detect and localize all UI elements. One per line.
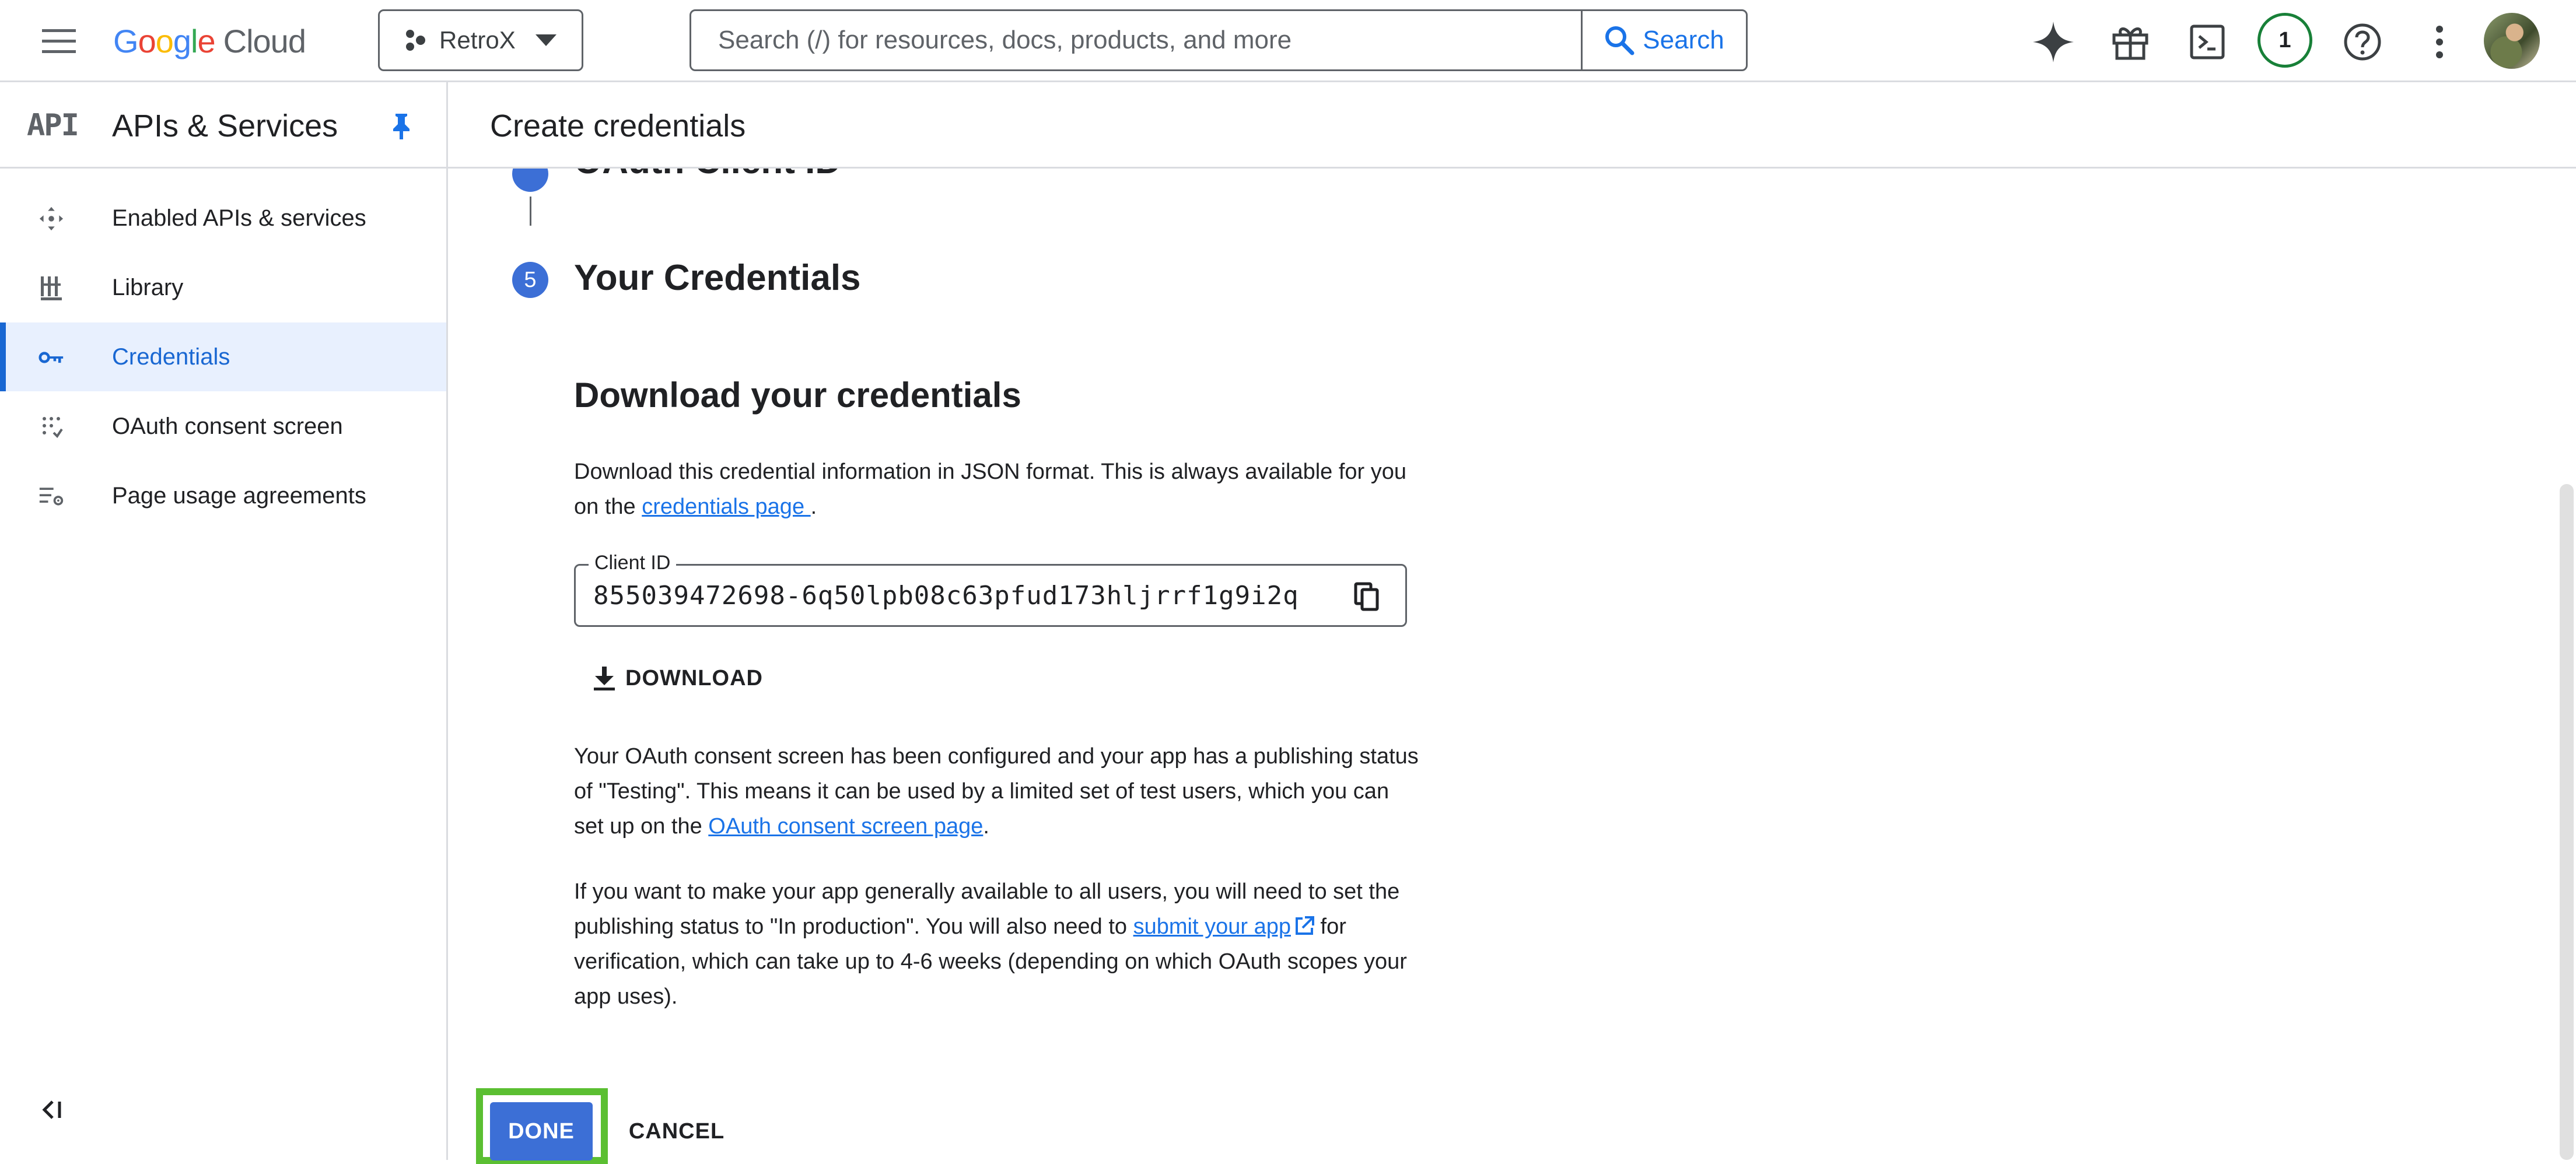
external-link-icon — [1295, 916, 1314, 935]
oauth-consent-page-link[interactable]: OAuth consent screen page — [708, 814, 983, 839]
library-icon — [38, 275, 64, 301]
cloud-shell-button[interactable] — [2182, 16, 2233, 68]
collapse-left-icon — [42, 1100, 61, 1119]
sidebar-header: API APIs & Services — [0, 82, 446, 169]
logo-letter: e — [197, 22, 215, 59]
sidebar-item-credentials[interactable]: Credentials — [0, 322, 446, 391]
done-button-label: DONE — [508, 1119, 575, 1144]
client-id-value[interactable]: 855039472698-6q50lpb08c63pfud173hljrrf1g… — [593, 581, 1299, 611]
sidebar-item-library[interactable]: Library — [0, 253, 446, 322]
logo-letter: l — [191, 22, 198, 59]
terminal-icon — [2190, 24, 2225, 59]
sidebar-item-label: OAuth consent screen — [112, 413, 343, 439]
help-button[interactable] — [2337, 16, 2388, 68]
hamburger-menu-icon — [42, 29, 76, 53]
client-id-field[interactable]: Client ID 855039472698-6q50lpb08c63pfud1… — [574, 552, 1407, 627]
pin-icon — [393, 114, 410, 139]
search-button-label: Search — [1643, 26, 1724, 54]
step-number-badge: 5 — [512, 262, 548, 298]
project-picker[interactable]: RetroX — [378, 9, 583, 71]
sidebar-item-label: Library — [112, 274, 184, 300]
consent-description-text: Your OAuth consent screen has been confi… — [574, 744, 1419, 839]
sidebar: API APIs & Services Enabled APIs & servi… — [0, 82, 448, 1160]
pin-button[interactable] — [390, 113, 413, 141]
google-cloud-logo[interactable]: Google Cloud — [113, 17, 306, 64]
key-icon — [38, 345, 64, 370]
download-icon — [594, 667, 615, 690]
notifications-button[interactable]: 1 — [2258, 13, 2312, 68]
sparkle-icon — [2033, 22, 2074, 62]
step-connector — [530, 197, 531, 226]
sidebar-item-label: Page usage agreements — [112, 482, 366, 509]
logo-letter: o — [138, 22, 156, 59]
consent-description: Your OAuth consent screen has been confi… — [574, 739, 1420, 844]
chevron-down-icon — [535, 34, 556, 46]
sidebar-item-label: Enabled APIs & services — [112, 205, 366, 231]
search-button[interactable]: Search — [1581, 11, 1746, 69]
collapse-sidebar-button[interactable] — [41, 1099, 64, 1120]
page-header: Create credentials — [448, 82, 2576, 169]
step-4-circle — [512, 169, 548, 192]
settings-list-icon — [38, 483, 64, 509]
logo-letter: o — [155, 22, 174, 59]
prev-step-title: OAuth Client ID — [574, 169, 841, 182]
gemini-button[interactable] — [2028, 16, 2079, 68]
top-bar: Google Cloud RetroX Search (/) for resou… — [0, 0, 2576, 82]
sidebar-item-page-usage[interactable]: Page usage agreements — [0, 461, 446, 530]
scrollbar-thumb[interactable] — [2560, 484, 2574, 1160]
search-icon — [1605, 26, 1634, 55]
download-description-end: . — [810, 495, 817, 519]
logo-product: Cloud — [223, 22, 306, 59]
copy-icon — [1354, 582, 1379, 611]
download-description: Download this credential information in … — [574, 454, 1420, 524]
logo-letter: G — [113, 22, 139, 59]
cancel-button-label: CANCEL — [628, 1119, 725, 1144]
copy-button[interactable] — [1354, 582, 1380, 611]
user-avatar[interactable] — [2484, 13, 2540, 69]
main-content: OAuth Client ID 5 Your Credentials Downl… — [448, 169, 2576, 1160]
submit-app-link-label: submit your app — [1133, 914, 1291, 939]
sidebar-title: APIs & Services — [112, 108, 338, 143]
gift-icon — [2112, 27, 2148, 60]
consent-description-end: . — [983, 814, 989, 839]
production-description: If you want to make your app generally a… — [574, 874, 1420, 1014]
more-options-button[interactable] — [2414, 16, 2465, 68]
cancel-button[interactable]: CANCEL — [618, 1102, 735, 1161]
credentials-page-link[interactable]: credentials page — [642, 495, 810, 519]
help-icon — [2344, 23, 2381, 61]
done-button[interactable]: DONE — [490, 1102, 593, 1161]
search-bar: Search — [690, 9, 1748, 71]
client-id-label: Client ID — [589, 552, 677, 574]
gift-button[interactable] — [2105, 16, 2156, 68]
download-button[interactable]: DOWNLOAD — [593, 657, 763, 699]
sidebar-item-label: Credentials — [112, 343, 230, 370]
step-number: 5 — [524, 267, 537, 292]
search-input[interactable] — [691, 11, 1581, 69]
api-logo-icon: API — [27, 108, 79, 143]
sidebar-item-enabled-apis[interactable]: Enabled APIs & services — [0, 184, 446, 253]
notification-count: 1 — [2278, 27, 2291, 52]
logo-letter: g — [173, 22, 191, 59]
submit-app-link[interactable]: submit your app — [1133, 914, 1314, 939]
more-vert-icon — [2436, 26, 2443, 58]
page-title: Create credentials — [490, 108, 746, 143]
step-title: Your Credentials — [574, 258, 861, 298]
hub-icon — [38, 206, 64, 232]
project-dots-icon — [406, 30, 425, 51]
download-button-label: DOWNLOAD — [625, 665, 763, 690]
section-title: Download your credentials — [574, 376, 1021, 415]
consent-icon — [38, 414, 64, 440]
sidebar-item-oauth-consent[interactable]: OAuth consent screen — [0, 392, 446, 461]
main-menu-button[interactable] — [36, 21, 82, 62]
project-name: RetroX — [439, 26, 516, 54]
